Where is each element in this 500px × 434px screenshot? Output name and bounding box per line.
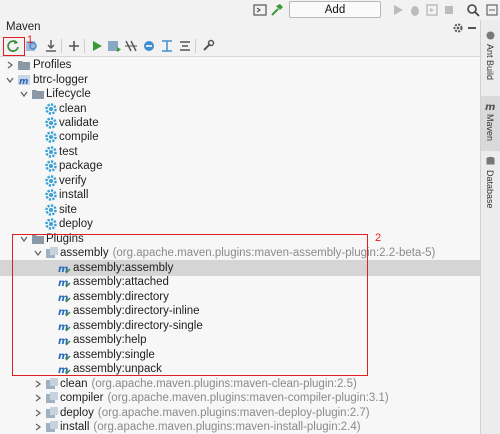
- coverage-icon[interactable]: [425, 3, 439, 17]
- vcs-icon[interactable]: [485, 3, 499, 17]
- chevron-right-icon[interactable]: [34, 423, 42, 431]
- tree-row-plugin[interactable]: install (org.apache.maven.plugins:maven-i…: [0, 419, 480, 434]
- tree-row-lifecycle[interactable]: Lifecycle: [0, 86, 480, 102]
- tab-maven[interactable]: m Maven: [481, 96, 500, 151]
- ant-icon: [486, 31, 495, 40]
- add-icon[interactable]: [66, 38, 82, 54]
- toggle-offline-icon[interactable]: [123, 38, 139, 54]
- gear-icon: [45, 160, 57, 172]
- top-toolbar: Add Configuration...: [0, 0, 500, 33]
- annotation-box-2: [12, 234, 368, 376]
- plugin-name: deploy: [60, 407, 94, 419]
- annotation-number-1: 1: [27, 34, 34, 46]
- plugin-icon: [46, 407, 58, 418]
- tab-database[interactable]: Database: [481, 156, 500, 216]
- lifecycle-item-label: package: [59, 160, 103, 172]
- gear-icon: [45, 175, 57, 187]
- collapse-all-icon[interactable]: [177, 38, 193, 54]
- plugin-coordinates: (org.apache.maven.plugins:maven-deploy-p…: [97, 407, 370, 419]
- plugin-icon: [46, 421, 58, 432]
- plugin-name: clean: [60, 378, 88, 390]
- chevron-right-icon[interactable]: [34, 394, 42, 402]
- tab-ant-build[interactable]: Ant Build: [481, 30, 500, 90]
- skip-tests-icon[interactable]: [141, 38, 157, 54]
- gear-icon: [45, 103, 57, 115]
- search-icon[interactable]: [466, 3, 480, 17]
- gear-icon[interactable]: [452, 22, 464, 34]
- show-dependencies-icon[interactable]: [159, 38, 175, 54]
- gear-icon: [45, 204, 57, 216]
- plugin-icon: [46, 392, 58, 403]
- chevron-down-icon[interactable]: [20, 90, 28, 98]
- run-maven-build-icon[interactable]: [89, 38, 105, 54]
- lifecycle-label: Lifecycle: [46, 88, 91, 100]
- lifecycle-item-label: deploy: [59, 218, 93, 230]
- add-configuration-button[interactable]: Add Configuration...: [289, 1, 381, 33]
- plugin-coordinates: (org.apache.maven.plugins:maven-clean-pl…: [91, 378, 357, 390]
- chevron-down-icon[interactable]: [6, 76, 14, 84]
- folder-icon: [18, 61, 30, 70]
- side-tab-label: Maven: [485, 114, 495, 142]
- gear-icon: [45, 146, 57, 158]
- annotation-number-2: 2: [375, 232, 382, 244]
- stop-icon[interactable]: [442, 3, 456, 17]
- wrench-icon[interactable]: [200, 38, 216, 54]
- chevron-right-icon[interactable]: [6, 61, 14, 69]
- database-icon: [486, 156, 495, 165]
- lifecycle-item[interactable]: package: [0, 158, 480, 174]
- tree-row-plugin[interactable]: compiler (org.apache.maven.plugins:maven-…: [0, 390, 480, 406]
- folder-icon: [32, 90, 44, 99]
- minimize-icon[interactable]: [468, 27, 476, 29]
- profiles-label: Profiles: [33, 59, 72, 71]
- chevron-right-icon[interactable]: [34, 380, 42, 388]
- plugin-name: compiler: [60, 392, 104, 404]
- tree-row-profiles[interactable]: Profiles: [0, 57, 480, 73]
- execute-goal-icon[interactable]: [106, 38, 122, 54]
- side-tab-label: Database: [485, 170, 495, 209]
- lifecycle-item[interactable]: install: [0, 187, 480, 203]
- gear-icon: [45, 117, 57, 129]
- panel-header: Maven: [0, 20, 480, 36]
- debug-icon[interactable]: [408, 3, 422, 17]
- side-tab-label: Ant Build: [485, 44, 495, 81]
- gear-icon: [45, 189, 57, 201]
- plugin-name: install: [60, 421, 90, 433]
- plugin-icon: [46, 378, 58, 389]
- maven-project-icon: m: [18, 75, 30, 87]
- gear-icon: [45, 131, 57, 143]
- lifecycle-item[interactable]: deploy: [0, 216, 480, 232]
- lifecycle-item[interactable]: compile: [0, 129, 480, 145]
- maven-icon: m: [485, 102, 495, 111]
- lifecycle-item-label: install: [59, 189, 89, 201]
- download-icon[interactable]: [43, 38, 59, 54]
- plugin-coordinates: (org.apache.maven.plugins:maven-compiler…: [107, 392, 389, 404]
- right-tool-strip: Ant Build m Maven Database: [480, 20, 500, 434]
- panel-title: Maven: [6, 21, 41, 33]
- plugin-coordinates: (org.apache.maven.plugins:maven-install-…: [93, 421, 361, 433]
- lifecycle-item-label: compile: [59, 131, 99, 143]
- run-config-icon[interactable]: [253, 3, 267, 17]
- maven-toolbar: [0, 36, 480, 57]
- annotation-box-1: [3, 37, 25, 56]
- run-icon[interactable]: [391, 3, 405, 17]
- gear-icon: [45, 218, 57, 230]
- svg-text:m: m: [485, 102, 495, 111]
- build-hammer-icon[interactable]: [270, 3, 284, 17]
- chevron-right-icon[interactable]: [34, 409, 42, 417]
